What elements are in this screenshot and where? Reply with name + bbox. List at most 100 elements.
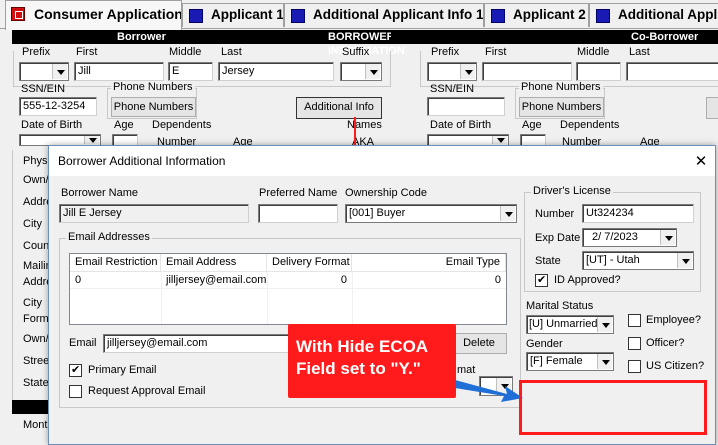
co-ssn-label: SSN/EIN — [430, 83, 475, 95]
side-label: State — [23, 377, 49, 389]
tab-label: Applicant 2 — [513, 7, 586, 22]
license-number-label: Number — [535, 208, 575, 220]
coborrower-heading: Co-Borrower — [631, 31, 699, 43]
co-middle-name-input[interactable] — [576, 62, 621, 81]
suffix-select[interactable] — [340, 62, 382, 81]
chevron-down-icon — [460, 64, 475, 79]
co-prefix-select[interactable] — [427, 62, 477, 81]
prefix-select[interactable] — [19, 62, 69, 81]
gender-label: Gender — [526, 338, 563, 350]
phone-numbers-group-label: Phone Numbers — [111, 81, 195, 93]
chevron-down-icon — [492, 136, 507, 144]
email-type-cell: 0 — [494, 274, 501, 286]
email-restriction-cell: 0 — [75, 274, 82, 286]
tab-applicant-2[interactable]: Applicant 2 — [484, 3, 589, 27]
last-name-input[interactable]: Jersey — [218, 62, 334, 81]
form-icon — [291, 9, 305, 23]
borrower-name-label: Borrower Name — [61, 187, 139, 199]
column-divider — [267, 272, 268, 324]
column-header-email-type[interactable]: Email Type — [352, 254, 506, 272]
chevron-down-icon — [597, 354, 612, 369]
employee-checkbox[interactable] — [628, 314, 641, 327]
email-input[interactable]: jilljersey@email.com — [103, 334, 293, 353]
co-additional-info-button[interactable] — [706, 97, 718, 119]
license-number-input[interactable]: Ut324234 — [582, 204, 694, 223]
tab-consumer-application[interactable]: Consumer Application — [5, 0, 182, 30]
officer-label: Officer? — [646, 337, 685, 349]
form-icon — [596, 9, 610, 23]
callout-line-1: With Hide ECOA — [296, 337, 429, 356]
ownership-code-value: [001] Buyer — [349, 207, 406, 219]
column-header-email-address[interactable]: Email Address — [161, 254, 267, 272]
co-phone-numbers-group-label: Phone Numbers — [519, 81, 603, 93]
officer-checkbox[interactable] — [628, 337, 641, 350]
co-ssn-input[interactable] — [427, 97, 505, 116]
us-citizen-label: US Citizen? — [646, 360, 705, 372]
form-icon — [491, 9, 505, 23]
section-divider — [12, 400, 48, 414]
tab-additional-applicant-info-2[interactable]: Additional Appli — [589, 3, 718, 27]
borrower-heading: Borrower — [117, 31, 166, 43]
side-label: City — [23, 297, 42, 309]
chevron-down-icon — [677, 253, 692, 268]
gender-value: [F] Female — [530, 355, 583, 367]
employee-label: Employee? — [646, 314, 702, 326]
co-age-label: Age — [522, 119, 542, 131]
state-label: State — [535, 255, 561, 267]
side-label: Coun — [23, 240, 50, 252]
column-header-email-restriction[interactable]: Email Restriction — [70, 254, 161, 272]
preferred-name-label: Preferred Name — [259, 187, 338, 199]
table-row[interactable]: 0 jilljersey@email.com 0 0 — [70, 272, 506, 289]
chevron-down-icon — [365, 64, 380, 79]
column-divider — [352, 272, 353, 324]
co-last-name-input[interactable] — [626, 62, 718, 81]
request-approval-email-checkbox[interactable] — [69, 385, 82, 398]
co-first-name-input[interactable] — [482, 62, 572, 81]
state-select[interactable]: [UT] - Utah — [582, 251, 694, 270]
gender-select[interactable]: [F] Female — [526, 352, 614, 371]
column-header-delivery-format[interactable]: Delivery Format — [267, 254, 352, 272]
dob-label: Date of Birth — [21, 119, 83, 131]
us-citizen-checkbox[interactable] — [628, 360, 641, 373]
preferred-name-input[interactable] — [258, 204, 338, 223]
side-label: Own/ — [23, 174, 49, 186]
side-label: City — [23, 218, 42, 230]
form-icon — [189, 9, 203, 23]
delivery-format-cell: 0 — [340, 274, 347, 286]
tab-label: Additional Appli — [618, 7, 718, 22]
first-name-input[interactable]: Jill — [74, 62, 164, 81]
ownership-code-select[interactable]: [001] Buyer — [345, 204, 517, 223]
state-value: [UT] - Utah — [586, 254, 640, 266]
exp-date-value: 2/ 7/2023 — [592, 231, 638, 243]
borrower-header: Borrower BORROWER INFORMATION — [12, 30, 405, 57]
middle-name-input[interactable]: E — [168, 62, 213, 81]
callout-arrow-icon — [455, 380, 523, 402]
tab-applicant-1[interactable]: Applicant 1 — [182, 3, 284, 27]
phone-numbers-button[interactable]: Phone Numbers — [111, 97, 196, 117]
ssn-label: SSN/EIN — [21, 83, 66, 95]
left-frame-line — [12, 150, 13, 400]
exp-date-picker[interactable]: 2/ 7/2023 — [582, 228, 677, 247]
annotation-callout: With Hide ECOA Field set to "Y." — [288, 324, 456, 398]
delete-button[interactable]: Delete — [451, 333, 507, 354]
column-divider — [161, 272, 162, 324]
marital-status-select[interactable]: [U] Unmarried — [526, 315, 614, 334]
ownership-code-label: Ownership Code — [345, 187, 427, 199]
exp-date-label: Exp Date — [535, 232, 581, 244]
tab-additional-applicant-info-1[interactable]: Additional Applicant Info 1 — [284, 3, 484, 27]
application-icon — [11, 7, 25, 21]
primary-email-label: Primary Email — [88, 364, 157, 376]
dialog-title: Borrower Additional Information — [58, 154, 226, 168]
id-approved-checkbox[interactable] — [535, 273, 548, 287]
additional-info-button[interactable]: Additional Info — [296, 97, 382, 119]
co-phone-numbers-button[interactable]: Phone Numbers — [519, 97, 604, 117]
marital-status-value: [U] Unmarried — [529, 318, 598, 330]
chevron-down-icon — [52, 64, 67, 79]
email-table[interactable]: Email Restriction Email Address Delivery… — [69, 253, 507, 325]
callout-line-2: Field set to "Y." — [296, 359, 421, 378]
ssn-input[interactable]: 555-12-3254 — [19, 97, 97, 116]
co-dob-label: Date of Birth — [430, 119, 492, 131]
primary-email-checkbox[interactable] — [69, 363, 82, 377]
close-icon[interactable]: ✕ — [687, 146, 715, 176]
tab-label: Additional Applicant Info 1 — [313, 7, 484, 22]
